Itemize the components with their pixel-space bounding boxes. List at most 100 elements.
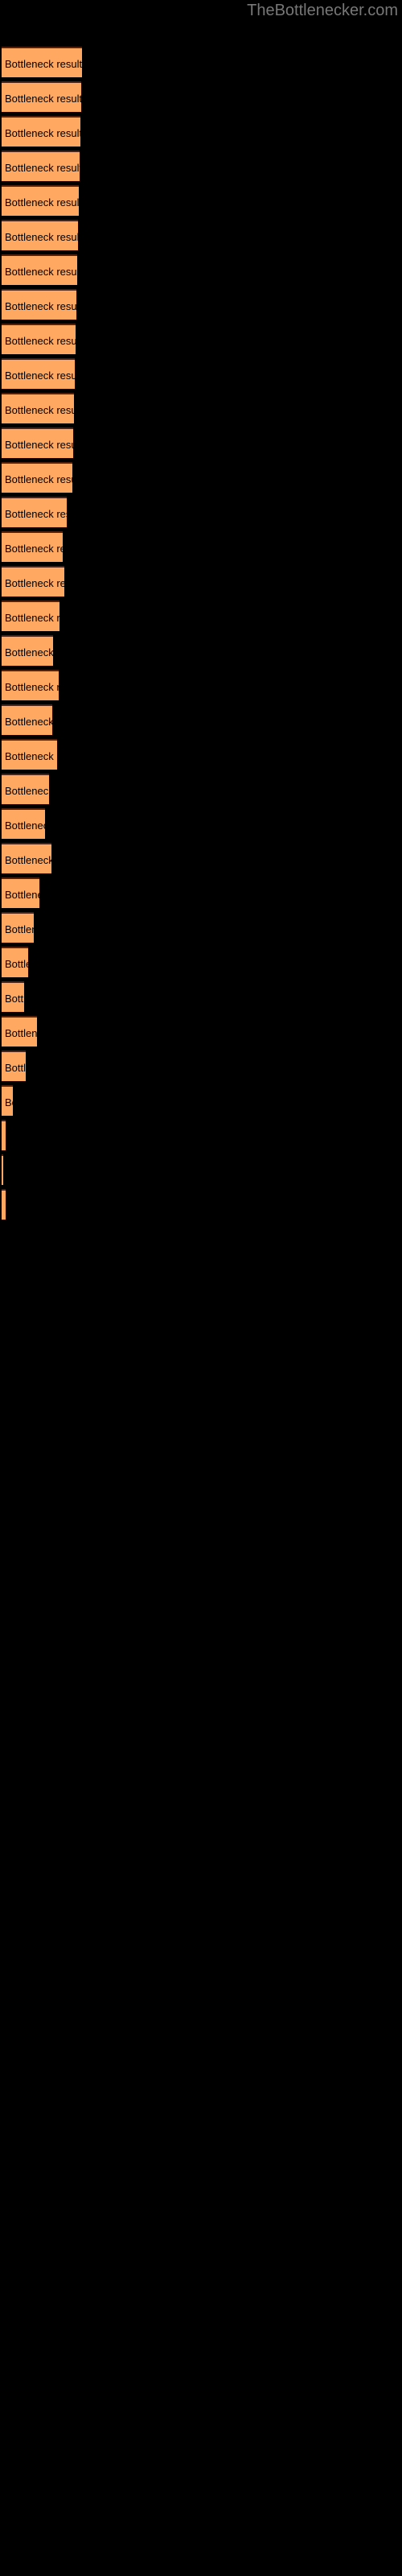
- bar-row[interactable]: Bottleneck result: [2, 670, 59, 700]
- bar-row[interactable]: Bottleneck result: [2, 531, 63, 562]
- bar-label: Bottleneck result: [5, 577, 64, 589]
- bar-label: Bottleneck result: [5, 439, 73, 451]
- bar-row[interactable]: Bottleneck result: [2, 1154, 3, 1185]
- bar-row[interactable]: Bottleneck result: [2, 566, 64, 597]
- bar-row[interactable]: Bottleneck result: [2, 1051, 26, 1081]
- bar-label: Bottleneck result: [5, 681, 59, 693]
- bar-label: Bottleneck result: [5, 543, 63, 555]
- bar-label: Bottleneck result: [5, 231, 78, 243]
- bar[interactable]: Bottleneck result: [2, 358, 75, 389]
- bar-label: Bottleneck result: [5, 958, 28, 970]
- bar-label: Bottleneck result: [5, 508, 67, 520]
- bar[interactable]: Bottleneck result: [2, 1154, 3, 1185]
- bar[interactable]: Bottleneck result: [2, 289, 76, 320]
- bar[interactable]: Bottleneck result: [2, 324, 76, 354]
- bar[interactable]: Bottleneck result: [2, 912, 34, 943]
- bar-label: Bottleneck result: [5, 300, 76, 312]
- bar-row[interactable]: Bottleneck result: [2, 289, 76, 320]
- bar-row[interactable]: Bottleneck result: [2, 324, 76, 354]
- bar[interactable]: Bottleneck result: [2, 774, 49, 804]
- bar-row[interactable]: Bottleneck result: [2, 220, 78, 250]
- bar-label: Bottleneck result: [5, 1062, 26, 1074]
- bar-label: Bottleneck result: [5, 196, 79, 208]
- bar-row[interactable]: Bottleneck result: [2, 739, 57, 770]
- bar-row[interactable]: Bottleneck result: [2, 151, 80, 181]
- bar-row[interactable]: Bottleneck result: [2, 393, 74, 423]
- bar-row[interactable]: Bottleneck result: [2, 1189, 6, 1220]
- bar-chart: TheBottlenecker.com Bottleneck result Bot…: [0, 0, 402, 2576]
- bar-row[interactable]: Bottleneck result: [2, 427, 73, 458]
- bar[interactable]: Bottleneck result: [2, 151, 80, 181]
- bar-row[interactable]: Bottleneck result: [2, 774, 49, 804]
- bar-label: Bottleneck result: [5, 646, 53, 658]
- bar[interactable]: Bottleneck result: [2, 635, 53, 666]
- bar-label: Bottleneck result: [5, 473, 72, 485]
- bar-row[interactable]: Bottleneck result: [2, 877, 39, 908]
- bar-label: Bottleneck result: [5, 923, 34, 935]
- bar[interactable]: Bottleneck result: [2, 670, 59, 700]
- bar-label: Bottleneck result: [5, 819, 45, 832]
- bar-label: Bottleneck result: [5, 1096, 13, 1108]
- bar-row[interactable]: Bottleneck result: [2, 843, 51, 873]
- bar[interactable]: Bottleneck result: [2, 254, 77, 285]
- bar-row[interactable]: Bottleneck result: [2, 1085, 13, 1116]
- bar[interactable]: Bottleneck result: [2, 427, 73, 458]
- bar-row[interactable]: Bottleneck result: [2, 808, 45, 839]
- bar[interactable]: Bottleneck result: [2, 981, 24, 1012]
- bar-label: Bottleneck result: [5, 335, 76, 347]
- bar-row[interactable]: Bottleneck result: [2, 912, 34, 943]
- bar-label: Bottleneck result: [5, 785, 49, 797]
- bar-row[interactable]: Bottleneck result: [2, 254, 77, 285]
- bar-row[interactable]: Bottleneck result: [2, 47, 82, 77]
- bar-row[interactable]: Bottleneck result: [2, 981, 24, 1012]
- bar-label: Bottleneck result: [5, 369, 75, 382]
- bar-row[interactable]: Bottleneck result: [2, 81, 81, 112]
- bar-label: Bottleneck result: [5, 127, 80, 139]
- bar-row[interactable]: Bottleneck result: [2, 1120, 6, 1150]
- bar[interactable]: Bottleneck result: [2, 81, 81, 112]
- bar-label: Bottleneck result: [5, 716, 52, 728]
- bar-row[interactable]: Bottleneck result: [2, 497, 67, 527]
- bar[interactable]: Bottleneck result: [2, 601, 59, 631]
- bar[interactable]: Bottleneck result: [2, 1189, 6, 1220]
- bar-row[interactable]: Bottleneck result: [2, 704, 52, 735]
- bar[interactable]: Bottleneck result: [2, 462, 72, 493]
- bar-label: Bottleneck result: [5, 162, 80, 174]
- bar[interactable]: Bottleneck result: [2, 185, 79, 216]
- bar-row[interactable]: Bottleneck result: [2, 462, 72, 493]
- bar[interactable]: Bottleneck result: [2, 947, 28, 977]
- bar[interactable]: Bottleneck result: [2, 116, 80, 147]
- bar-label: Bottleneck result: [5, 404, 74, 416]
- bar-label: Bottleneck result: [5, 750, 57, 762]
- bar-label: Bottleneck result: [5, 612, 59, 624]
- bar-label: Bottleneck result: [5, 58, 82, 70]
- bar-label: Bottleneck result: [5, 266, 77, 278]
- bar-label: Bottleneck result: [5, 93, 81, 105]
- bar-label: Bottleneck result: [5, 1191, 6, 1220]
- bar[interactable]: Bottleneck result: [2, 531, 63, 562]
- bar[interactable]: Bottleneck result: [2, 1051, 26, 1081]
- bar[interactable]: Bottleneck result: [2, 566, 64, 597]
- bar-label: Bottleneck result: [5, 993, 24, 1005]
- bar-row[interactable]: Bottleneck result: [2, 1016, 37, 1046]
- bar-label: Bottleneck result: [5, 889, 39, 901]
- bar[interactable]: Bottleneck result: [2, 47, 82, 77]
- bar[interactable]: Bottleneck result: [2, 877, 39, 908]
- bar[interactable]: Bottleneck result: [2, 704, 52, 735]
- bar[interactable]: Bottleneck result: [2, 1120, 6, 1150]
- bar-series: Bottleneck result Bottleneck result Bottle…: [0, 0, 402, 2576]
- bar-row[interactable]: Bottleneck result: [2, 358, 75, 389]
- bar-row[interactable]: Bottleneck result: [2, 601, 59, 631]
- bar[interactable]: Bottleneck result: [2, 1085, 13, 1116]
- bar-row[interactable]: Bottleneck result: [2, 947, 28, 977]
- bar[interactable]: Bottleneck result: [2, 220, 78, 250]
- bar-row[interactable]: Bottleneck result: [2, 185, 79, 216]
- bar[interactable]: Bottleneck result: [2, 808, 45, 839]
- bar-row[interactable]: Bottleneck result: [2, 116, 80, 147]
- bar[interactable]: Bottleneck result: [2, 739, 57, 770]
- bar[interactable]: Bottleneck result: [2, 1016, 37, 1046]
- bar[interactable]: Bottleneck result: [2, 393, 74, 423]
- bar[interactable]: Bottleneck result: [2, 497, 67, 527]
- bar-row[interactable]: Bottleneck result: [2, 635, 53, 666]
- bar[interactable]: Bottleneck result: [2, 843, 51, 873]
